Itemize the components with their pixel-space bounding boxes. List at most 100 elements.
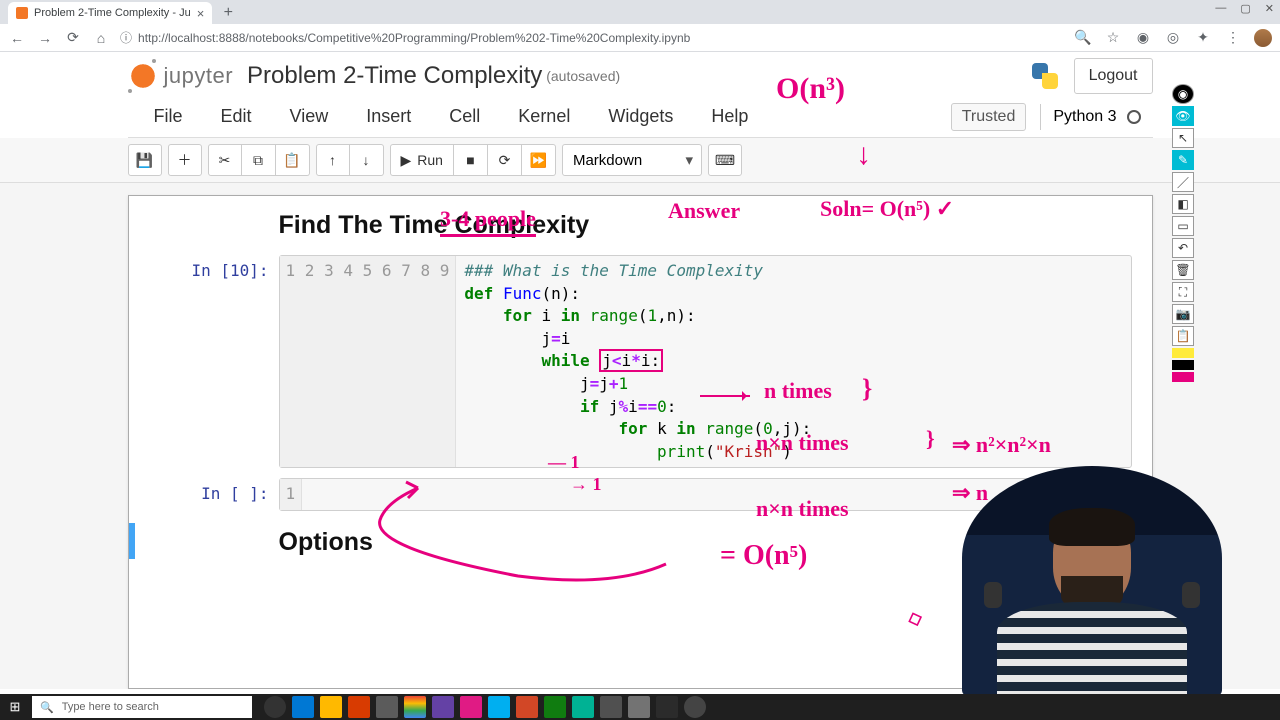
trusted-badge[interactable]: Trusted: [951, 103, 1027, 131]
paste-button[interactable]: 📋: [276, 144, 310, 176]
markdown-cell-heading[interactable]: Find The Time Complexity: [129, 206, 1152, 255]
command-palette-button[interactable]: ⌨: [708, 144, 742, 176]
mail-icon[interactable]: [348, 696, 370, 718]
menu-file[interactable]: File: [148, 100, 189, 133]
site-info-icon[interactable]: ⓘ: [120, 29, 132, 46]
undo-icon[interactable]: ↶: [1172, 238, 1194, 258]
jupyter-favicon: [16, 7, 28, 19]
app2-icon[interactable]: [460, 696, 482, 718]
menu-bar: File Edit View Insert Cell Kernel Widget…: [128, 96, 1153, 138]
app4-icon[interactable]: [544, 696, 566, 718]
line-gutter-empty: 1: [280, 479, 303, 510]
clipboard-icon[interactable]: 📋: [1172, 326, 1194, 346]
eraser-tool-icon[interactable]: ◧: [1172, 194, 1194, 214]
ext2-icon[interactable]: ◎: [1164, 29, 1182, 46]
color-yellow[interactable]: [1172, 348, 1194, 358]
star-icon[interactable]: ☆: [1104, 29, 1122, 46]
ext1-icon[interactable]: ◉: [1134, 29, 1152, 46]
menu-kernel[interactable]: Kernel: [512, 100, 576, 133]
search-icon: 🔍: [40, 701, 54, 714]
camera-icon[interactable]: 📷: [1172, 304, 1194, 324]
obs-icon[interactable]: [684, 696, 706, 718]
cortana-icon[interactable]: [264, 696, 286, 718]
menu-cell[interactable]: Cell: [443, 100, 486, 133]
app7-icon[interactable]: [628, 696, 650, 718]
restart-run-all-button[interactable]: ⏩: [522, 144, 556, 176]
app1-icon[interactable]: [432, 696, 454, 718]
home-icon[interactable]: ⌂: [92, 30, 110, 46]
cut-button[interactable]: ✂: [208, 144, 242, 176]
kernel-indicator[interactable]: Python 3: [1040, 104, 1152, 130]
reload-icon[interactable]: ⟳: [64, 29, 82, 46]
forward-icon[interactable]: →: [36, 30, 54, 46]
jupyter-logo[interactable]: jupyter: [128, 61, 234, 91]
menu-insert[interactable]: Insert: [360, 100, 417, 133]
copy-button[interactable]: ⧉: [242, 144, 276, 176]
code-editor[interactable]: ### What is the Time Complexity def Func…: [456, 256, 819, 467]
explorer-icon[interactable]: [320, 696, 342, 718]
cell-type-select[interactable]: Markdown: [562, 144, 702, 176]
menu-edit[interactable]: Edit: [215, 100, 258, 133]
store-icon[interactable]: [376, 696, 398, 718]
code-input-area[interactable]: 1 2 3 4 5 6 7 8 9 ### What is the Time C…: [279, 255, 1132, 468]
move-up-button[interactable]: ↑: [316, 144, 350, 176]
move-down-button[interactable]: ↓: [350, 144, 384, 176]
toolbar: 💾 ＋ ✂ ⧉ 📋 ↑ ↓ ▶ Run ■ ⟳ ⏩ Markdown ⌨: [128, 138, 1153, 182]
url-field[interactable]: ⓘ http://localhost:8888/notebooks/Compet…: [120, 29, 1064, 46]
powerpoint-icon[interactable]: [516, 696, 538, 718]
autosave-status: (autosaved): [546, 68, 620, 84]
browser-address-bar: ← → ⟳ ⌂ ⓘ http://localhost:8888/notebook…: [0, 24, 1280, 52]
pen-tool-icon[interactable]: ✎: [1172, 150, 1194, 170]
line-tool-icon[interactable]: ／: [1172, 172, 1194, 192]
back-icon[interactable]: ←: [8, 30, 26, 46]
jupyter-header: jupyter Problem 2-Time Complexity (autos…: [128, 52, 1153, 96]
heading-find-complexity: Find The Time Complexity: [279, 211, 1132, 240]
kernel-status-icon: [1127, 110, 1141, 124]
webcam-overlay: [962, 466, 1222, 696]
github-icon[interactable]: ◉: [1172, 84, 1194, 104]
maximize-icon[interactable]: ▢: [1240, 2, 1250, 15]
start-button[interactable]: ⊞: [0, 694, 30, 720]
tab-title: Problem 2-Time Complexity - Ju: [34, 7, 191, 19]
add-cell-button[interactable]: ＋: [168, 144, 202, 176]
app5-icon[interactable]: [572, 696, 594, 718]
restart-button[interactable]: ⟳: [488, 144, 522, 176]
code-editor-empty[interactable]: [302, 479, 328, 510]
menu-help[interactable]: Help: [705, 100, 754, 133]
jupyter-logo-icon: [128, 61, 158, 91]
python-logo-icon: [1030, 61, 1060, 91]
color-black[interactable]: [1172, 360, 1194, 370]
color-magenta[interactable]: [1172, 372, 1194, 382]
extensions-icon[interactable]: ✦: [1194, 29, 1212, 46]
interrupt-button[interactable]: ■: [454, 144, 488, 176]
pointer-tool-icon[interactable]: ↖: [1172, 128, 1194, 148]
edge-icon[interactable]: [292, 696, 314, 718]
close-tab-icon[interactable]: ×: [197, 6, 205, 21]
taskbar-search[interactable]: 🔍 Type here to search: [32, 696, 252, 718]
menu-widgets[interactable]: Widgets: [602, 100, 679, 133]
close-window-icon[interactable]: ✕: [1265, 2, 1274, 15]
code-cell[interactable]: In [10]: 1 2 3 4 5 6 7 8 9 ### What is t…: [129, 255, 1152, 468]
notebook-title[interactable]: Problem 2-Time Complexity: [247, 62, 542, 90]
menu-dots-icon[interactable]: ⋮: [1224, 29, 1242, 46]
browser-tab[interactable]: Problem 2-Time Complexity - Ju ×: [8, 2, 212, 24]
app6-icon[interactable]: [600, 696, 622, 718]
menu-view[interactable]: View: [284, 100, 335, 133]
save-button[interactable]: 💾: [128, 144, 162, 176]
rect-tool-icon[interactable]: ▭: [1172, 216, 1194, 236]
new-tab-button[interactable]: +: [218, 3, 238, 23]
app3-icon[interactable]: [488, 696, 510, 718]
eye-toggle-icon[interactable]: 👁: [1172, 106, 1194, 126]
input-prompt: In [10]:: [129, 255, 279, 468]
search-placeholder: Type here to search: [62, 701, 159, 713]
profile-avatar[interactable]: [1254, 29, 1272, 47]
terminal-icon[interactable]: [656, 696, 678, 718]
screenshot-icon[interactable]: ⛶: [1172, 282, 1194, 302]
zoom-icon[interactable]: 🔍: [1074, 29, 1092, 46]
run-button[interactable]: ▶ Run: [390, 144, 454, 176]
trash-icon[interactable]: 🗑: [1172, 260, 1194, 280]
logout-button[interactable]: Logout: [1074, 58, 1153, 94]
chrome-icon[interactable]: [404, 696, 426, 718]
minimize-icon[interactable]: —: [1215, 2, 1226, 15]
line-gutter: 1 2 3 4 5 6 7 8 9: [280, 256, 457, 467]
